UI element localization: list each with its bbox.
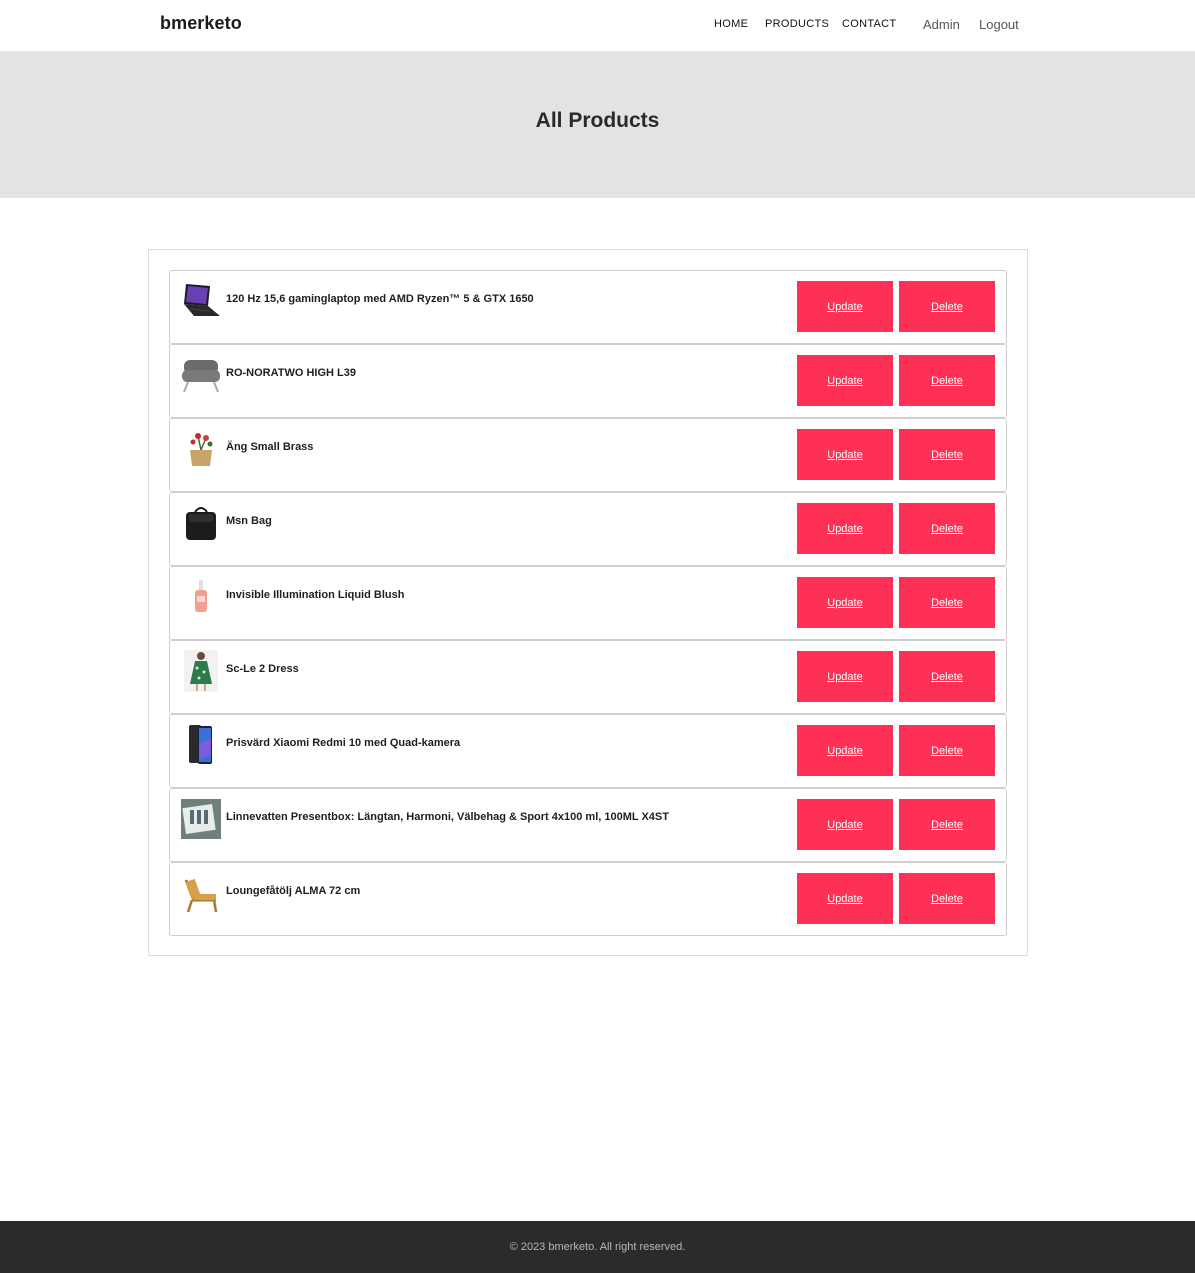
- product-name: Loungefåtölj ALMA 72 cm: [226, 885, 361, 897]
- product-row: Msn Bag Update Delete: [169, 492, 1007, 566]
- smartphone-thumbnail: [180, 724, 222, 766]
- product-name: Linnevatten Presentbox: Längtan, Harmoni…: [226, 811, 669, 823]
- nav-home-link[interactable]: HOME: [714, 18, 748, 30]
- product-row: Loungefåtölj ALMA 72 cm Update Delete: [169, 862, 1007, 936]
- page-hero: All Products: [0, 51, 1195, 198]
- update-button[interactable]: Update: [797, 799, 893, 850]
- lounge-chair-thumbnail: [180, 872, 222, 914]
- update-button[interactable]: Update: [797, 355, 893, 406]
- logout-link[interactable]: Logout: [979, 17, 1019, 32]
- update-button[interactable]: Update: [797, 873, 893, 924]
- product-row: RO-NORATWO HIGH L39 Update Delete: [169, 344, 1007, 418]
- product-row: Invisible Illumination Liquid Blush Upda…: [169, 566, 1007, 640]
- dress-thumbnail: [180, 650, 222, 692]
- product-name: Prisvärd Xiaomi Redmi 10 med Quad-kamera: [226, 737, 461, 749]
- flower-pot-thumbnail: [180, 428, 222, 470]
- product-name: Äng Small Brass: [226, 441, 314, 453]
- laptop-thumbnail: [180, 280, 222, 322]
- product-row: Prisvärd Xiaomi Redmi 10 med Quad-kamera…: [169, 714, 1007, 788]
- product-row: 120 Hz 15,6 gaminglaptop med AMD Ryzen™ …: [169, 270, 1007, 344]
- update-button[interactable]: Update: [797, 577, 893, 628]
- update-button[interactable]: Update: [797, 281, 893, 332]
- delete-button[interactable]: Delete: [899, 873, 995, 924]
- delete-button[interactable]: Delete: [899, 429, 995, 480]
- product-name: Msn Bag: [226, 515, 272, 527]
- product-name: 120 Hz 15,6 gaminglaptop med AMD Ryzen™ …: [226, 293, 534, 305]
- bag-thumbnail: [180, 502, 222, 544]
- armchair-thumbnail: [180, 354, 222, 396]
- delete-button[interactable]: Delete: [899, 799, 995, 850]
- update-button[interactable]: Update: [797, 503, 893, 554]
- giftbox-thumbnail: [180, 798, 222, 840]
- delete-button[interactable]: Delete: [899, 651, 995, 702]
- copyright-text: © 2023 bmerketo. All right reserved.: [509, 1241, 686, 1253]
- delete-button[interactable]: Delete: [899, 503, 995, 554]
- product-row: Äng Small Brass Update Delete: [169, 418, 1007, 492]
- product-row: Linnevatten Presentbox: Längtan, Harmoni…: [169, 788, 1007, 862]
- blush-bottle-thumbnail: [180, 576, 222, 618]
- update-button[interactable]: Update: [797, 651, 893, 702]
- delete-button[interactable]: Delete: [899, 725, 995, 776]
- product-name: Invisible Illumination Liquid Blush: [226, 589, 405, 601]
- admin-link[interactable]: Admin: [923, 17, 960, 32]
- product-name: Sc-Le 2 Dress: [226, 663, 299, 675]
- update-button[interactable]: Update: [797, 429, 893, 480]
- nav-contact-link[interactable]: CONTACT: [842, 18, 896, 30]
- brand-logo[interactable]: bmerketo: [160, 13, 242, 34]
- delete-button[interactable]: Delete: [899, 577, 995, 628]
- page-title: All Products: [535, 109, 660, 132]
- delete-button[interactable]: Delete: [899, 281, 995, 332]
- site-footer: © 2023 bmerketo. All right reserved.: [0, 1221, 1195, 1273]
- delete-button[interactable]: Delete: [899, 355, 995, 406]
- site-header: bmerketo HOME PRODUCTS CONTACT Admin Log…: [0, 0, 1195, 51]
- product-list-panel: 120 Hz 15,6 gaminglaptop med AMD Ryzen™ …: [148, 249, 1028, 956]
- product-name: RO-NORATWO HIGH L39: [226, 367, 356, 379]
- nav-products-link[interactable]: PRODUCTS: [765, 18, 829, 30]
- product-row: Sc-Le 2 Dress Update Delete: [169, 640, 1007, 714]
- update-button[interactable]: Update: [797, 725, 893, 776]
